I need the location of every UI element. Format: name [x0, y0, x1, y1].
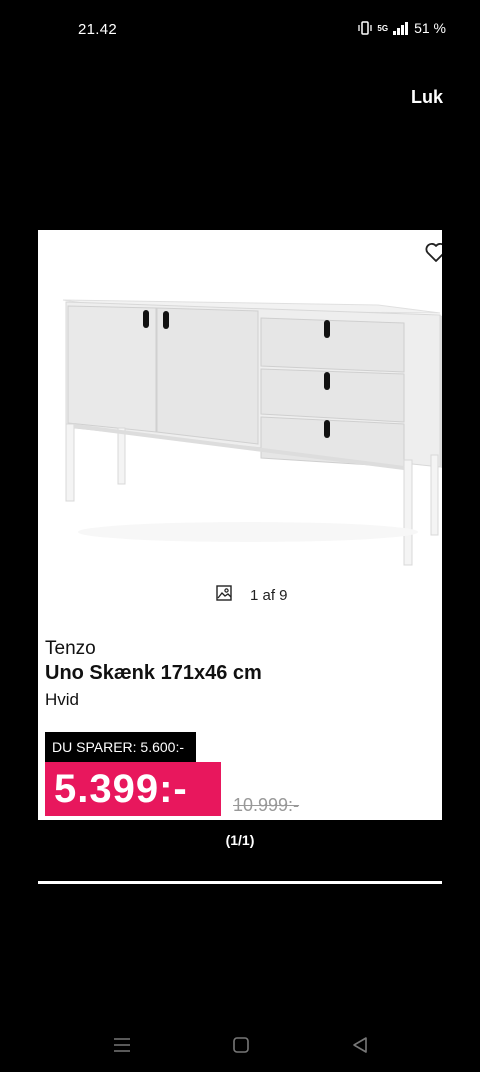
product-image[interactable] [38, 270, 442, 600]
screen: 21.42 5G 51 % Luk 1 af 9 Tenzo Uno Skænk… [0, 0, 480, 1072]
battery-label: 51 % [414, 20, 446, 36]
divider [38, 881, 442, 884]
heart-icon[interactable] [424, 240, 442, 264]
price-badge: 5.399:- [45, 762, 221, 816]
product-card[interactable]: 1 af 9 Tenzo Uno Skænk 171x46 cm Hvid DU… [38, 230, 442, 820]
savings-badge: DU SPARER: 5.600:- [45, 732, 196, 762]
image-icon [216, 585, 232, 605]
signal-icon [393, 21, 409, 35]
status-time: 21.42 [78, 21, 118, 38]
product-variant: Hvid [45, 690, 80, 709]
menu-icon[interactable] [107, 1030, 137, 1060]
home-icon[interactable] [226, 1030, 256, 1060]
close-button[interactable]: Luk [411, 87, 443, 108]
image-counter: 1 af 9 [216, 585, 288, 605]
product-title[interactable]: Uno Skænk 171x46 cm [45, 662, 262, 685]
navigation-bar [0, 1030, 480, 1060]
network-label: 5G [377, 23, 389, 33]
product-brand[interactable]: Tenzo [45, 638, 96, 660]
pager-label: (1/1) [225, 832, 255, 848]
old-price: 10.999:- [233, 795, 300, 815]
status-icons: 5G 51 % [358, 20, 446, 36]
vibrate-icon [358, 21, 373, 35]
back-icon[interactable] [345, 1030, 375, 1060]
image-counter-label: 1 af 9 [250, 586, 288, 604]
